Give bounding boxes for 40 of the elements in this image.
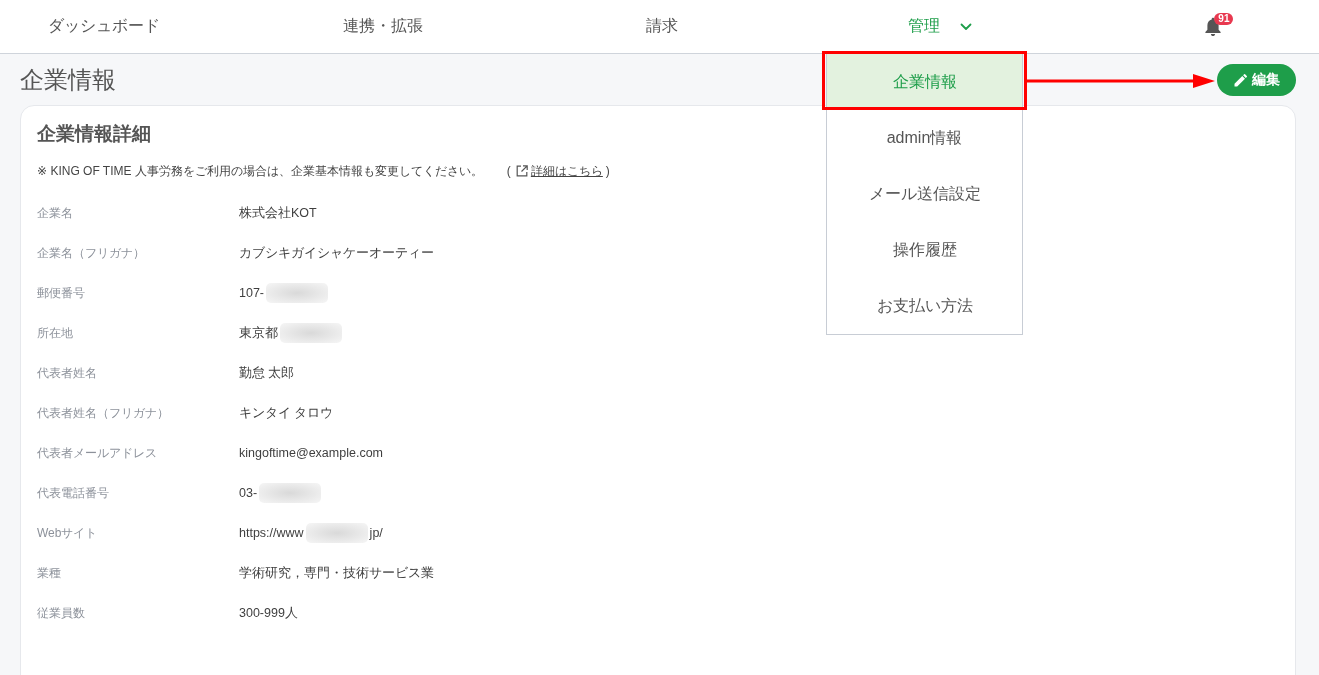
field-value: jp/	[369, 526, 383, 540]
field-value: 株式会社KOT	[239, 204, 317, 222]
field-value: 学術研究，専門・技術サービス業	[239, 564, 434, 582]
field-label: 従業員数	[37, 604, 85, 622]
field-label: Webサイト	[37, 524, 98, 542]
menu-item[interactable]: admin情報	[827, 110, 1022, 166]
field-label: 代表電話番号	[37, 484, 109, 502]
card-title: 企業情報詳細	[37, 122, 151, 146]
nav-tab[interactable]: ダッシュボード	[47, 12, 160, 41]
field-value: カブシキガイシャケーオーティー	[239, 244, 434, 262]
parenthesis-text: )	[605, 163, 610, 180]
nav-tab[interactable]: 連携・拡張	[342, 12, 423, 41]
field-label: 郵便番号	[37, 284, 85, 302]
field-label: 企業名（フリガナ）	[37, 244, 145, 262]
field-value: キンタイ タロウ	[239, 404, 334, 422]
parenthesis-text: (	[506, 163, 511, 180]
field-value: https://www	[239, 526, 304, 540]
field-label: 代表者姓名（フリガナ）	[37, 404, 169, 422]
notification-badge: 91	[1214, 12, 1234, 25]
field-label: 企業名	[37, 204, 73, 222]
field-label: 代表者姓名	[37, 364, 97, 382]
external-link-icon	[515, 165, 528, 177]
field-value: 東京都	[239, 324, 278, 342]
field-value: 勤怠 太郎	[239, 364, 295, 382]
nav-tab[interactable]: 管理	[908, 12, 973, 41]
details-link[interactable]: 詳細はこちら	[530, 161, 603, 181]
notice-text: ※ KING OF TIME 人事労務をご利用の場合は、企業基本情報も変更してください。	[37, 163, 483, 180]
field-value: kingoftime@example.com	[239, 446, 383, 460]
pencil-icon	[1234, 73, 1248, 87]
field-label: 代表者メールアドレス	[37, 444, 157, 462]
field-value: 107-	[239, 286, 265, 300]
field-label: 業種	[37, 564, 61, 582]
page-title: 企業情報	[20, 64, 116, 95]
menu-item[interactable]: お支払い方法	[827, 278, 1022, 334]
menu-item[interactable]: 操作履歴	[827, 222, 1022, 278]
nav-tab[interactable]: 請求	[645, 12, 678, 41]
field-value: 03-	[239, 486, 258, 500]
field-value: 300-999人	[239, 604, 298, 622]
field-label: 所在地	[37, 324, 73, 342]
menu-item[interactable]: メール送信設定	[827, 166, 1022, 222]
